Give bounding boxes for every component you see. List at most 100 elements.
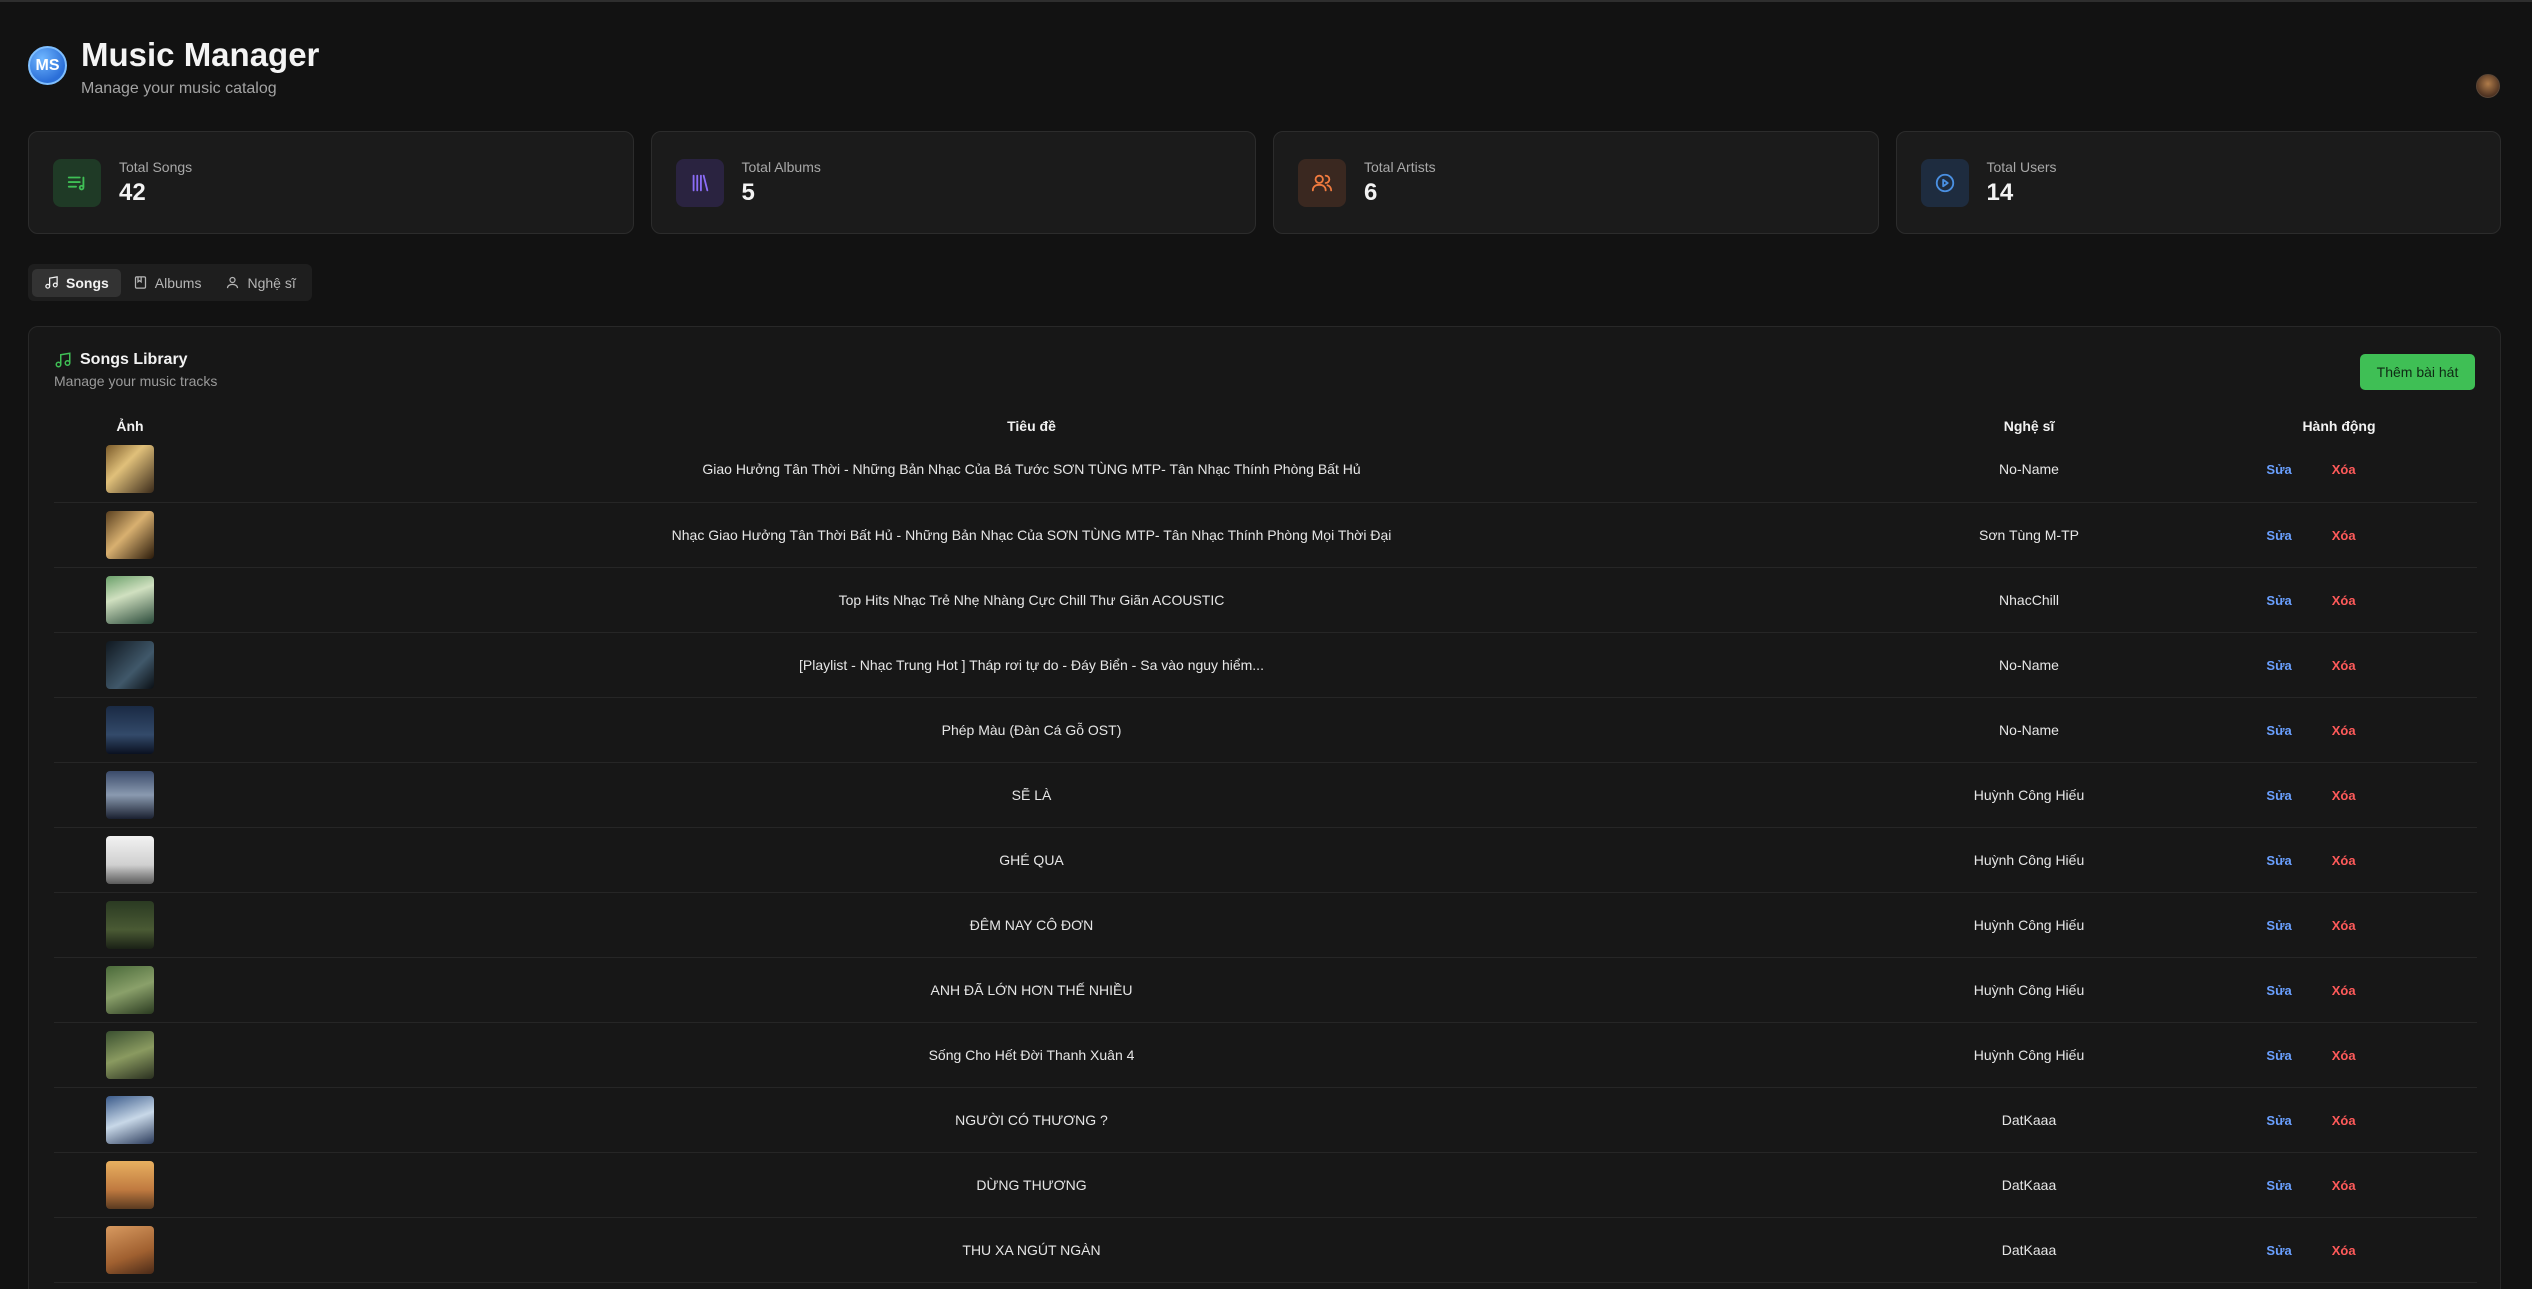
edit-button[interactable]: Sửa: [2266, 788, 2291, 803]
table-row: DỪNG THƯƠNG DatKaaa Sửa Xóa: [54, 1152, 2477, 1218]
stat-card-users: Total Users 14: [1895, 131, 2501, 234]
edit-button[interactable]: Sửa: [2266, 853, 2291, 868]
table-row: GHÉ QUA Huỳnh Công Hiếu Sửa Xóa: [54, 827, 2477, 893]
table-row: ĐÊM NAY CÔ ĐƠN Huỳnh Công Hiếu Sửa Xóa: [54, 892, 2477, 958]
tab-artists[interactable]: Nghệ sĩ: [213, 269, 307, 297]
song-artist: No-Name: [1857, 632, 2201, 698]
table-row: [Playlist - Nhạc Trung Hot ] Tháp rơi tự…: [54, 632, 2477, 698]
table-row: Sống Cho Hết Đời Thanh Xuân 4 Huỳnh Công …: [54, 1022, 2477, 1088]
album-icon: [134, 276, 146, 289]
tab-label: Nghệ sĩ: [247, 274, 296, 291]
app-header: MS Music Manager Manage your music catal…: [28, 36, 319, 98]
delete-button[interactable]: Xóa: [2332, 853, 2356, 868]
tab-label: Albums: [154, 274, 202, 291]
songs-library-panel: Songs Library Manage your music tracks T…: [28, 326, 2501, 1289]
song-title: Top Hits Nhạc Trẻ Nhẹ Nhàng Cực Chill Th…: [206, 567, 1857, 633]
stats-row: Total Songs 42 Total Albums 5 Total Arti…: [28, 131, 2501, 234]
tab-label: Songs: [66, 274, 109, 291]
users-icon: [1298, 158, 1346, 207]
music-note-icon: [45, 276, 58, 289]
song-cover-image: [106, 640, 154, 689]
edit-button[interactable]: Sửa: [2266, 918, 2291, 933]
delete-button[interactable]: Xóa: [2332, 1178, 2356, 1193]
song-artist: NhacChill: [1857, 567, 2201, 633]
table-row: SẼ LÀ Huỳnh Công Hiếu Sửa Xóa: [54, 762, 2477, 828]
song-cover-image: [106, 1225, 154, 1274]
song-title: [Playlist - Nhạc Trung Hot ] Tháp rơi tự…: [206, 632, 1857, 698]
edit-button[interactable]: Sửa: [2266, 723, 2291, 738]
delete-button[interactable]: Xóa: [2332, 462, 2356, 477]
column-header-title: Tiêu đề: [1007, 418, 1056, 434]
song-cover-image: [106, 900, 154, 949]
stat-label: Total Users: [1986, 158, 2057, 175]
song-title: Giao Hưởng Tân Thời - Những Bản Nhạc Của…: [206, 437, 1857, 503]
table-row: ANH ĐÃ LỚN HƠN THẾ NHIỀU Huỳnh Công Hiếu S…: [54, 957, 2477, 1023]
edit-button[interactable]: Sửa: [2266, 528, 2291, 543]
song-title: SẼ LÀ: [206, 762, 1857, 828]
delete-button[interactable]: Xóa: [2332, 658, 2356, 673]
tab-songs[interactable]: Songs: [32, 268, 121, 297]
edit-button[interactable]: Sửa: [2266, 658, 2291, 673]
edit-button[interactable]: Sửa: [2266, 1113, 2291, 1128]
song-artist: DatKaaa: [1857, 1087, 2201, 1153]
user-icon: [227, 276, 239, 289]
song-artist: Huỳnh Công Hiếu: [1857, 827, 2201, 893]
table-row: Phép Màu (Đàn Cá Gỗ OST) No-Name Sửa Xóa: [54, 697, 2477, 763]
song-artist: Huỳnh Công Hiếu: [1857, 957, 2201, 1023]
table-row: THU XA NGÚT NGÀN DatKaaa Sửa Xóa: [54, 1217, 2477, 1283]
song-artist: DatKaaa: [1857, 1217, 2201, 1283]
edit-button[interactable]: Sửa: [2266, 593, 2291, 608]
edit-button[interactable]: Sửa: [2266, 983, 2291, 998]
song-cover-image: [106, 770, 154, 819]
stat-value: 14: [1986, 178, 2014, 206]
column-header-artist: Nghệ sĩ: [2003, 418, 2055, 434]
edit-button[interactable]: Sửa: [2266, 1243, 2291, 1258]
song-artist: Huỳnh Công Hiếu: [1857, 892, 2201, 958]
play-circle-icon: [1920, 158, 1969, 207]
delete-button[interactable]: Xóa: [2332, 723, 2356, 738]
music-note-icon: [55, 352, 71, 368]
delete-button[interactable]: Xóa: [2332, 1048, 2356, 1063]
delete-button[interactable]: Xóa: [2332, 918, 2356, 933]
song-title: Nhạc Giao Hưởng Tân Thời Bất Hủ - Những …: [206, 502, 1857, 568]
delete-button[interactable]: Xóa: [2332, 1113, 2356, 1128]
song-title: GHÉ QUA: [206, 827, 1857, 893]
song-artist: No-Name: [1857, 697, 2201, 763]
song-cover-image: [106, 705, 154, 754]
song-title: NGƯỜI CÓ THƯƠNG ?: [206, 1087, 1857, 1153]
song-artist: Huỳnh Công Hiếu: [1857, 1022, 2201, 1088]
page-subtitle: Manage your music catalog: [81, 80, 277, 97]
delete-button[interactable]: Xóa: [2332, 788, 2356, 803]
tab-albums[interactable]: Albums: [121, 269, 214, 297]
delete-button[interactable]: Xóa: [2332, 983, 2356, 998]
song-cover-image: [106, 1160, 154, 1209]
column-header-image: Ảnh: [116, 418, 144, 434]
stat-card-songs: Total Songs 42: [28, 131, 634, 234]
delete-button[interactable]: Xóa: [2332, 593, 2356, 608]
app-logo: MS: [28, 46, 67, 85]
stat-card-albums: Total Albums 5: [650, 131, 1256, 234]
stat-label: Total Artists: [1364, 158, 1436, 175]
add-song-button[interactable]: Thêm bài hát: [2360, 354, 2475, 390]
edit-button[interactable]: Sửa: [2266, 462, 2291, 477]
stat-label: Total Albums: [741, 158, 821, 175]
song-title: Sống Cho Hết Đời Thanh Xuân 4: [206, 1022, 1857, 1088]
delete-button[interactable]: Xóa: [2332, 528, 2356, 543]
song-cover-image: [106, 510, 154, 559]
song-title: Phép Màu (Đàn Cá Gỗ OST): [206, 697, 1857, 763]
edit-button[interactable]: Sửa: [2266, 1048, 2291, 1063]
songs-table: Ảnh Tiêu đề Nghệ sĩ Hành động Giao Hưởng…: [54, 415, 2477, 1283]
song-cover-image: [106, 445, 154, 494]
song-title: DỪNG THƯƠNG: [206, 1152, 1857, 1218]
avatar[interactable]: [2476, 74, 2500, 98]
song-title: THU XA NGÚT NGÀN: [206, 1217, 1857, 1283]
table-header-row: Ảnh Tiêu đề Nghệ sĩ Hành động: [54, 415, 2477, 437]
stat-card-artists: Total Artists 6: [1273, 131, 1879, 234]
edit-button[interactable]: Sửa: [2266, 1178, 2291, 1193]
song-title: ANH ĐÃ LỚN HƠN THẾ NHIỀU: [206, 957, 1857, 1023]
stat-value: 6: [1364, 178, 1378, 206]
table-row: Nhạc Giao Hưởng Tân Thời Bất Hủ - Những …: [54, 502, 2477, 568]
song-title: ĐÊM NAY CÔ ĐƠN: [206, 892, 1857, 958]
delete-button[interactable]: Xóa: [2332, 1243, 2356, 1258]
tab-bar: Songs Albums Nghệ sĩ: [28, 264, 312, 301]
